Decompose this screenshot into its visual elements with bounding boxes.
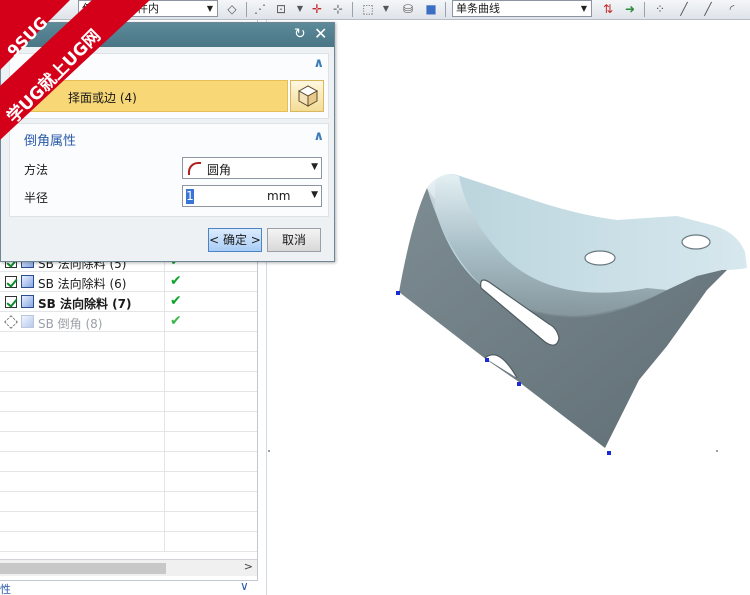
chamfer-icon [21, 315, 34, 328]
toolbar-separator [246, 2, 247, 17]
empty-row [0, 332, 257, 352]
empty-row [0, 532, 257, 552]
empty-row [0, 452, 257, 472]
normal-cutout-icon [21, 275, 34, 288]
part-hole [681, 234, 711, 250]
chevron-down-icon[interactable]: ▼ [292, 1, 308, 17]
select-object-button[interactable] [290, 80, 324, 112]
curve-select-icon[interactable]: ⇅ [600, 1, 616, 17]
sheetmetal-chamfer-dialog: ↻ ✕ ∧ 择面或边 (4) 倒角属性 ∧ 方法 圆角 ▼ 半径 1 mm ▼ … [0, 22, 335, 262]
feature-label: SB 法向除料 (7) [38, 297, 132, 311]
chevron-down-icon: ▼ [311, 190, 318, 200]
chamfer-properties-section: 倒角属性 ∧ 方法 圆角 ▼ 半径 1 mm ▼ [9, 123, 329, 217]
toolbar-separator [644, 2, 645, 17]
section-header: 倒角属性 [24, 134, 77, 149]
radius-label: 半径 [24, 191, 49, 205]
shaded-view-icon[interactable]: ⛁ [400, 1, 416, 17]
checkmark-icon: ✔ [170, 313, 182, 329]
arc-icon[interactable]: ◜ [724, 1, 740, 17]
view-marker [268, 450, 270, 452]
sheetmetal-part[interactable] [267, 20, 750, 595]
line-icon[interactable]: ╱ [700, 1, 716, 17]
selection-filter-combo[interactable]: 选器 [0, 0, 28, 17]
line-icon[interactable]: ╱ [676, 1, 692, 17]
column-divider [164, 292, 165, 312]
graphics-window[interactable] [266, 20, 750, 595]
column-divider [164, 312, 165, 332]
reset-icon[interactable]: ↻ [294, 26, 306, 42]
details-panel-header[interactable]: 性 ∨ [0, 579, 258, 595]
empty-row [0, 412, 257, 432]
empty-row [0, 392, 257, 412]
selection-filter-value: 选器 [2, 2, 24, 15]
point-construct-icon[interactable]: ⊡ [273, 1, 289, 17]
arrow-right-icon[interactable]: ➜ [622, 1, 638, 17]
ok-button[interactable]: < 确定 > [208, 228, 262, 252]
chevron-down-icon: ▼ [311, 162, 318, 172]
feature-label: SB 法向除料 (6) [38, 277, 127, 291]
dialog-title-bar[interactable]: ↻ ✕ [1, 23, 334, 47]
selected-edge-marker [607, 451, 611, 455]
radius-unit: mm [267, 189, 291, 203]
empty-row [0, 472, 257, 492]
chevron-down-icon: ▼ [580, 4, 588, 13]
table-row[interactable]: SB 倒角 (8) ✔ [0, 312, 257, 332]
rectangle-select-icon[interactable]: ⬚ [360, 1, 376, 17]
selection-scope-combo[interactable]: 仅在工作部件内 ▼ [78, 0, 218, 17]
checkmark-icon: ✔ [170, 293, 182, 309]
snap-grid-icon[interactable]: ⁘ [652, 1, 668, 17]
cube-icon [297, 85, 319, 107]
normal-cutout-icon [21, 295, 34, 308]
selected-edge-marker [517, 382, 521, 386]
checkmark-icon: ✔ [170, 273, 182, 289]
method-value: 圆角 [207, 163, 232, 177]
table-row[interactable]: SB 法向除料 (6) ✔ [0, 272, 257, 292]
top-toolbar: 选器 仅在工作部件内 ▼ ◇ ⋰ ⊡ ▼ ✛ ⊹ ⬚ ▼ ⛁ ■ 单条曲线 ▼ … [0, 0, 750, 20]
crosshair-icon[interactable]: ✛ [309, 1, 325, 17]
selected-edge-marker [396, 291, 400, 295]
radius-value: 1 [186, 189, 194, 204]
vertex-icon[interactable]: ⊹ [330, 1, 346, 17]
selection-count-label: 择面或边 (4) [68, 91, 137, 105]
selection-scope-value: 仅在工作部件内 [82, 2, 159, 15]
suppressed-checkbox[interactable] [4, 315, 18, 329]
chevron-up-icon[interactable]: ∧ [313, 56, 324, 71]
empty-row [0, 352, 257, 372]
scrollbar-thumb[interactable] [0, 563, 166, 574]
curve-rule-value: 单条曲线 [456, 2, 500, 15]
empty-row [0, 432, 257, 452]
checkbox[interactable] [5, 276, 17, 288]
method-label: 方法 [24, 163, 49, 177]
toolbar-separator [352, 2, 353, 17]
chevron-down-icon[interactable]: ∨ [240, 579, 249, 593]
close-icon[interactable]: ✕ [314, 24, 327, 43]
chevron-down-icon[interactable]: ▼ [378, 1, 394, 17]
chevron-down-icon: ▼ [206, 4, 214, 13]
method-dropdown[interactable]: 圆角 ▼ [182, 157, 322, 179]
point-icon[interactable]: ⋰ [252, 1, 268, 17]
view-marker [716, 450, 718, 452]
empty-row [0, 372, 257, 392]
part-hole [584, 250, 616, 266]
snap-icon[interactable]: ◇ [224, 1, 240, 17]
curve-rule-combo[interactable]: 单条曲线 ▼ [452, 0, 592, 17]
checkbox[interactable] [5, 296, 17, 308]
selected-edge-marker [485, 358, 489, 362]
fillet-icon [188, 162, 201, 175]
table-row[interactable]: SB 法向除料 (7) ✔ [0, 292, 257, 312]
empty-row [0, 492, 257, 512]
radius-input[interactable]: 1 mm ▼ [182, 185, 322, 207]
column-divider [164, 272, 165, 292]
cube-icon[interactable]: ■ [423, 1, 439, 17]
chevron-up-icon[interactable]: ∧ [313, 129, 324, 144]
select-face-or-edge[interactable]: 择面或边 (4) [11, 80, 288, 112]
chevron-right-icon[interactable]: > [244, 560, 253, 573]
toolbar-separator [445, 2, 446, 17]
feature-label: SB 倒角 (8) [38, 317, 103, 331]
panel-title: 性 [0, 583, 11, 595]
empty-row [0, 512, 257, 532]
cancel-button[interactable]: 取消 [267, 228, 321, 252]
horizontal-scrollbar[interactable]: > [0, 559, 257, 576]
